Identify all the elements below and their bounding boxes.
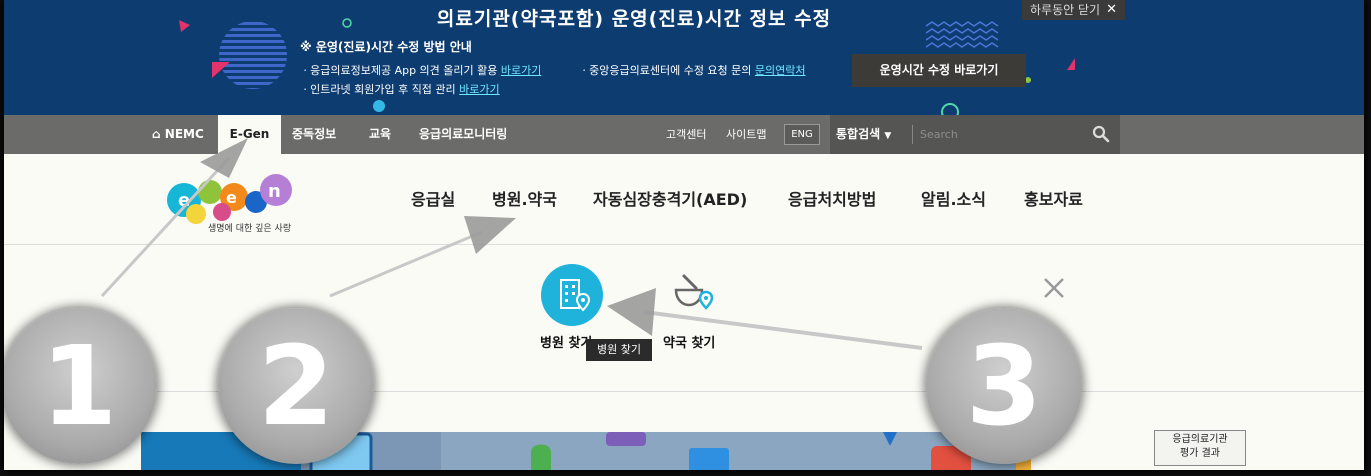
arrow-2	[329, 216, 516, 298]
annotation-arrows	[100, 138, 923, 350]
arrow-1	[100, 138, 248, 298]
browser-page: 의료기관(약국포함) 운영(진료)시간 정보 수정 하루동안 닫기 ✕ ※ 운영…	[4, 0, 1364, 470]
arrow-3	[607, 288, 923, 350]
annotation-badge-2: 2	[218, 308, 374, 464]
annotation-badge-1: 1	[4, 308, 157, 464]
annotation-badge-3: 3	[926, 308, 1082, 464]
